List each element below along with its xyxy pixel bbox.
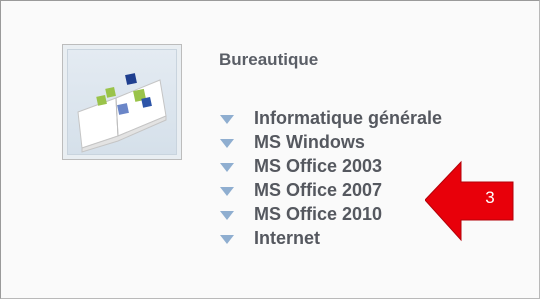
menu-item-label[interactable]: MS Office 2007: [254, 179, 382, 201]
menu-item-label[interactable]: Informatique générale: [254, 107, 442, 129]
section-title[interactable]: Bureautique: [219, 50, 318, 70]
triangle-down-icon: [220, 138, 234, 148]
category-thumbnail[interactable]: [62, 44, 182, 160]
menu-item-label[interactable]: MS Office 2003: [254, 155, 382, 177]
menu-item-label[interactable]: MS Windows: [254, 131, 365, 153]
menu-item-label[interactable]: MS Office 2010: [254, 203, 382, 225]
triangle-down-icon: [220, 234, 234, 244]
menu-item-ms-office-2003[interactable]: MS Office 2003: [220, 154, 442, 178]
menu-item-label[interactable]: Internet: [254, 227, 320, 249]
menu-item-ms-office-2010[interactable]: MS Office 2010: [220, 202, 442, 226]
triangle-down-icon: [220, 186, 234, 196]
left-arrow-icon: [425, 160, 514, 242]
open-book-icon: [77, 73, 167, 153]
menu-item-internet[interactable]: Internet: [220, 226, 442, 250]
callout-step-number: 3: [485, 188, 495, 207]
triangle-down-icon: [220, 210, 234, 220]
triangle-down-icon: [220, 162, 234, 172]
content-panel: Bureautique Informatique générale MS Win…: [0, 0, 540, 299]
menu-item-ms-windows[interactable]: MS Windows: [220, 130, 442, 154]
triangle-down-icon: [220, 114, 234, 124]
menu-item-ms-office-2007[interactable]: MS Office 2007: [220, 178, 442, 202]
menu-item-informatique-generale[interactable]: Informatique générale: [220, 106, 442, 130]
category-menu: Informatique générale MS Windows MS Offi…: [220, 106, 442, 250]
